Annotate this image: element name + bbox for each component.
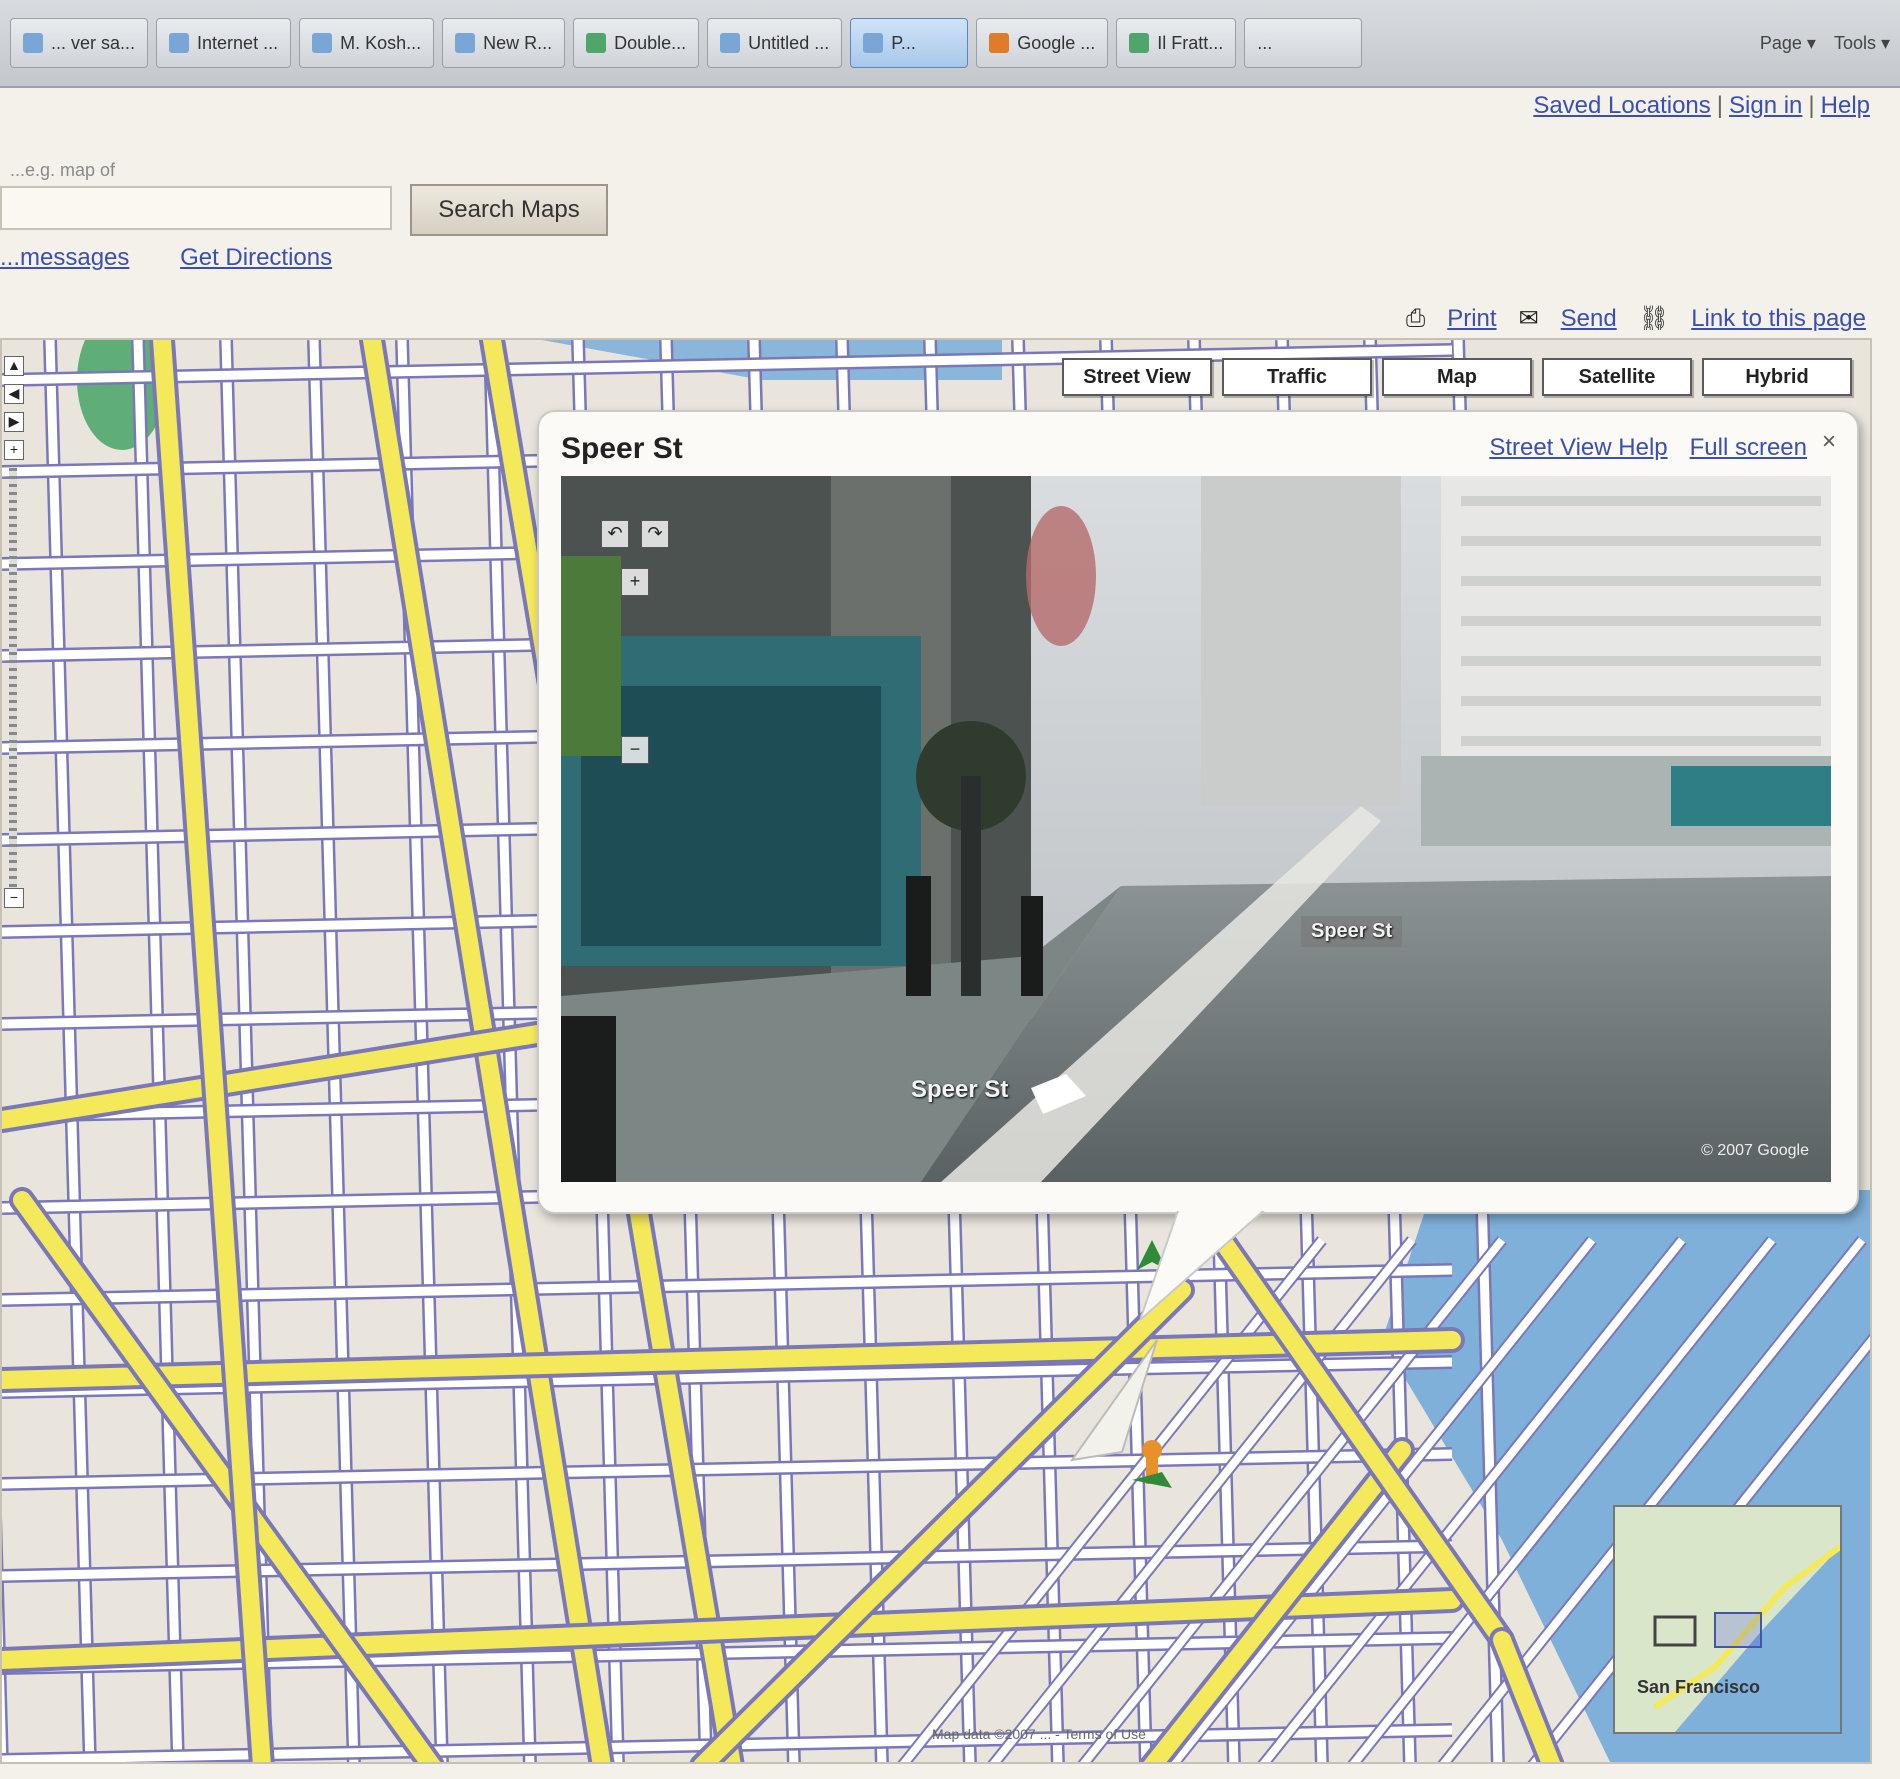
tab-label: Untitled ... <box>748 32 830 53</box>
zoom-in-icon[interactable]: + <box>621 568 649 596</box>
print-link[interactable]: Print <box>1447 305 1496 333</box>
map-actions: ⎙ Print ✉ Send ⛓ Link to this page <box>1406 304 1866 333</box>
overview-city-label: San Francisco <box>1637 1677 1761 1697</box>
taskbar-tab[interactable]: ... ver sa... <box>10 18 149 68</box>
window-icon <box>23 33 43 53</box>
popup-tail <box>1140 1205 1276 1322</box>
tab-label: M. Kosh... <box>340 32 422 53</box>
search-maps-button[interactable]: Search Maps <box>410 184 608 236</box>
taskbar-tab-active[interactable]: P... <box>850 18 969 68</box>
rotate-right-icon[interactable]: ↷ <box>641 520 669 548</box>
satellite-button[interactable]: Satellite <box>1542 358 1692 396</box>
street-view-button[interactable]: Street View <box>1062 358 1212 396</box>
link-icon: ⛓ <box>1638 305 1670 332</box>
panorama-copyright: © 2007 Google <box>1701 1142 1809 1159</box>
search-hint: ...e.g. map of <box>10 160 116 180</box>
map-button[interactable]: Map <box>1382 358 1532 396</box>
separator: | <box>1808 92 1815 119</box>
street-view-help-link[interactable]: Street View Help <box>1489 434 1667 462</box>
pan-left-icon[interactable]: ◀ <box>4 384 24 404</box>
tab-label: ... <box>1257 32 1273 53</box>
hybrid-button[interactable]: Hybrid <box>1702 358 1852 396</box>
taskbar-tab[interactable]: Google ... <box>976 18 1109 68</box>
taskbar-tab[interactable]: ... <box>1244 18 1363 68</box>
taskbar: ... ver sa... Internet ... M. Kosh... Ne… <box>0 0 1900 88</box>
zoom-slider[interactable] <box>9 468 17 888</box>
street-name-label-far: Speer St <box>1301 916 1403 947</box>
document-icon <box>312 33 333 53</box>
app-icon <box>1129 33 1150 53</box>
link-to-page-link[interactable]: Link to this page <box>1691 305 1866 333</box>
map-copyright: Map data ©2007 ... - Terms of Use <box>932 1726 1146 1742</box>
browser-icon <box>455 33 476 53</box>
overview-map-tile <box>1615 1507 1840 1732</box>
send-icon: ✉ <box>1518 305 1539 332</box>
tab-label: Double... <box>614 32 687 53</box>
tab-label: P... <box>891 32 916 53</box>
street-view-panorama[interactable]: ↶ ↷ + − Speer St Speer St © 2007 Google <box>561 476 1831 1182</box>
zoom-out-icon[interactable]: − <box>4 888 24 908</box>
overview-map[interactable]: San Francisco <box>1613 1505 1842 1734</box>
separator: | <box>1716 92 1724 119</box>
get-directions-link[interactable]: Get Directions <box>180 244 332 271</box>
pan-right-icon[interactable]: ▶ <box>4 412 24 432</box>
taskbar-tab[interactable]: Untitled ... <box>707 18 843 68</box>
street-view-popup: Speer St Street View Help Full screen × <box>537 410 1859 1214</box>
taskbar-tab[interactable]: Il Fratt... <box>1116 18 1237 68</box>
pegman-marker-icon[interactable] <box>1062 1340 1182 1490</box>
zoom-out-icon[interactable]: − <box>621 736 649 764</box>
send-link[interactable]: Send <box>1561 305 1617 333</box>
browser-icon <box>863 33 884 53</box>
document-icon <box>720 33 741 53</box>
zoom-control: ▲ ◀ ▶ + − <box>4 356 24 916</box>
page-menu[interactable]: Page ▾ <box>1760 33 1816 54</box>
close-icon[interactable]: × <box>1817 430 1841 454</box>
messages-link[interactable]: ...messages <box>0 244 129 271</box>
street-name-label: Speer St <box>911 1076 1009 1103</box>
tab-label: Il Fratt... <box>1157 32 1224 53</box>
street-view-links: Street View Help Full screen <box>1489 434 1807 462</box>
map-type-controls: Street View Traffic Map Satellite Hybrid <box>1062 358 1852 396</box>
tools-menu[interactable]: Tools ▾ <box>1834 33 1890 54</box>
browser-command-bar: Page ▾ Tools ▾ <box>1760 33 1890 54</box>
tab-label: Internet ... <box>197 32 279 53</box>
taskbar-tab[interactable]: New R... <box>442 18 566 68</box>
pan-up-icon[interactable]: ▲ <box>4 356 24 376</box>
app-icon <box>586 33 607 53</box>
zoom-in-icon[interactable]: + <box>4 440 24 460</box>
account-links: Saved Locations | Sign in | Help <box>1533 92 1870 120</box>
street-view-title: Speer St <box>561 432 683 465</box>
panorama-image <box>561 476 1831 1182</box>
rotate-left-icon[interactable]: ↶ <box>601 520 629 548</box>
tab-label: New R... <box>483 32 553 53</box>
google-icon <box>989 33 1010 53</box>
tab-label: ... ver sa... <box>51 32 136 53</box>
tab-label: Google ... <box>1017 32 1096 53</box>
browser-icon <box>169 33 190 53</box>
taskbar-tab[interactable]: M. Kosh... <box>299 18 435 68</box>
saved-locations-link[interactable]: Saved Locations <box>1533 92 1710 119</box>
search-sub-links: ...messages Get Directions <box>0 244 376 272</box>
print-icon: ⎙ <box>1406 304 1426 332</box>
full-screen-link[interactable]: Full screen <box>1690 434 1807 462</box>
help-link[interactable]: Help <box>1821 92 1870 119</box>
taskbar-tab[interactable]: Internet ... <box>156 18 292 68</box>
traffic-button[interactable]: Traffic <box>1222 358 1372 396</box>
search-input[interactable] <box>0 186 392 230</box>
taskbar-tab[interactable]: Double... <box>573 18 700 68</box>
sign-in-link[interactable]: Sign in <box>1729 92 1802 119</box>
